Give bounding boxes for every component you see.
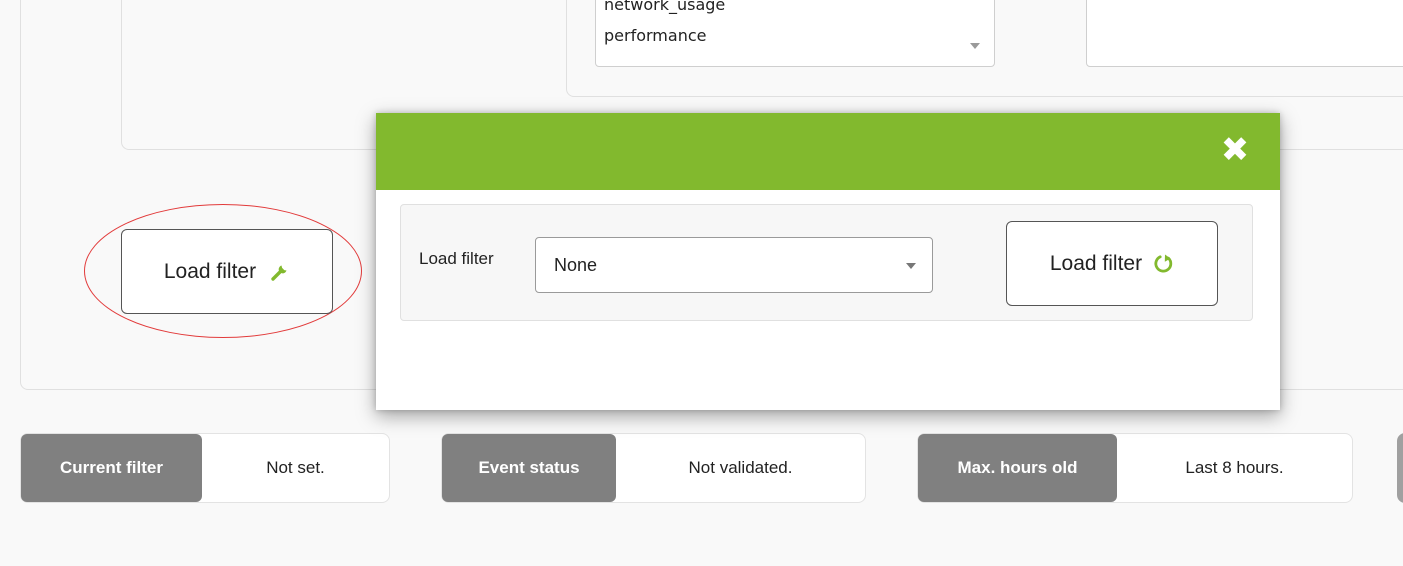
dialog-header: ✖ [376,113,1280,190]
load-filter-field-label: Load filter [419,249,494,268]
status-value: Not set. [266,458,325,477]
close-icon[interactable]: ✖ [1220,133,1250,167]
module-group-multiselect[interactable]: network_usage performance [595,0,995,67]
load-filter-dialog: ✖ Load filter None Load filter [376,113,1280,410]
status-group-cutoff [1397,433,1403,503]
select-value: None [554,255,598,275]
chevron-down-icon [906,263,916,269]
dialog-body: Load filter None Load filter [400,204,1253,321]
status-label: Current filter [21,434,202,502]
current-filter-status: Current filter Not set. [20,433,390,503]
load-filter-submit-button[interactable]: Load filter [1006,221,1218,306]
scroll-down-arrow-icon[interactable] [970,43,980,49]
max-hours-old-status: Max. hours old Last 8 hours. [917,433,1353,503]
refresh-icon [1152,253,1174,275]
status-label: Event status [442,434,616,502]
multiselect-option[interactable]: performance [604,26,706,45]
side-multiselect[interactable] [1086,0,1403,67]
multiselect-option[interactable]: network_usage [604,0,725,14]
event-status-status: Event status Not validated. [441,433,866,503]
wrench-icon [270,262,290,282]
status-value: Last 8 hours. [1185,458,1284,477]
load-filter-button[interactable]: Load filter [121,229,333,314]
status-label: Max. hours old [918,434,1117,502]
status-value: Not validated. [688,458,793,477]
submit-button-label: Load filter [1049,251,1143,275]
load-filter-select[interactable]: None [535,237,933,293]
load-filter-label: Load filter [163,259,257,283]
